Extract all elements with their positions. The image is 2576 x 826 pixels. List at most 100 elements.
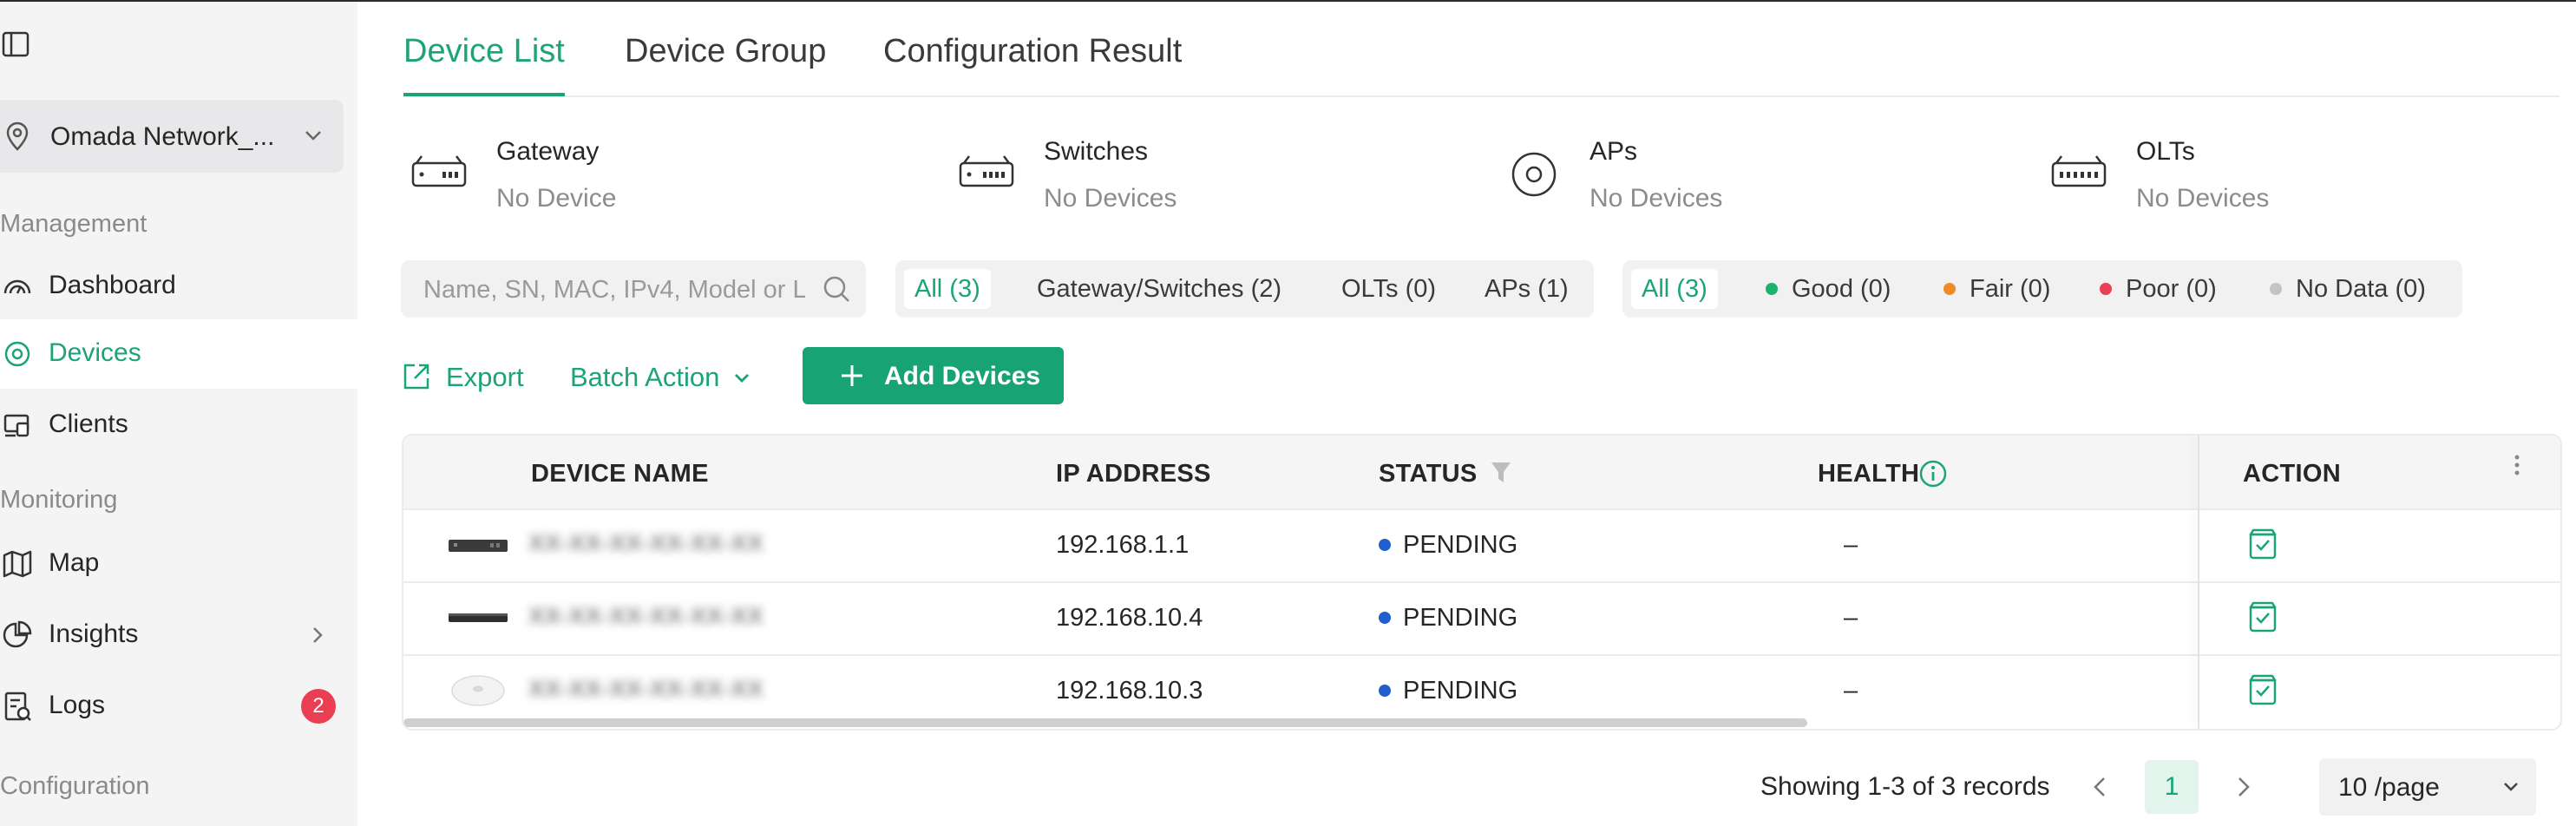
logs-count-badge: 2	[301, 689, 336, 724]
good-dot-icon	[1766, 283, 1778, 295]
no-data-dot-icon	[2270, 283, 2282, 295]
export-icon	[401, 361, 432, 392]
adopt-icon[interactable]	[2246, 528, 2279, 560]
summary-status: No Devices	[1044, 184, 1177, 213]
table-row[interactable]: XX-XX-XX-XX-XX-XX 192.168.10.4 PENDING –	[403, 581, 2560, 656]
health-filter-label: No Data (0)	[2296, 275, 2426, 303]
summary-title: APs	[1590, 137, 1638, 166]
info-icon[interactable]	[1917, 458, 1949, 489]
device-table: DEVICE NAME IP ADDRESS STATUS HEALTH ACT…	[402, 434, 2562, 731]
device-name[interactable]: XX-XX-XX-XX-XX-XX	[528, 529, 764, 557]
health-filter-no-data[interactable]: No Data (0)	[2270, 269, 2426, 309]
add-devices-button[interactable]: Add Devices	[803, 347, 1064, 404]
switch-icon	[957, 151, 1016, 198]
page-button-current[interactable]: 1	[2145, 760, 2199, 814]
status-label: PENDING	[1403, 604, 1518, 632]
summary-title: Switches	[1044, 137, 1149, 166]
export-label: Export	[446, 362, 524, 392]
chevron-down-icon	[731, 368, 752, 389]
ip-address: 192.168.1.1	[1056, 531, 1190, 559]
tab-configuration-result[interactable]: Configuration Result	[883, 33, 1182, 93]
sidebar-item-label: Dashboard	[49, 271, 176, 299]
ip-address: 192.168.10.4	[1056, 604, 1203, 632]
device-type-filter: All (3) Gateway/Switches (2) OLTs (0) AP…	[895, 260, 1594, 318]
location-pin-icon	[2, 121, 33, 152]
search-input[interactable]	[422, 271, 807, 309]
gateway-icon	[410, 151, 469, 198]
health-filter: All (3) Good (0) Fair (0) Poor (0) No Da…	[1622, 260, 2462, 318]
clients-icon	[2, 410, 33, 441]
filter-icon[interactable]	[1490, 460, 1512, 486]
devices-icon	[2, 338, 33, 370]
chevron-left-icon[interactable]	[2088, 774, 2114, 800]
type-filter-gateway-switches[interactable]: Gateway/Switches (2)	[1037, 269, 1281, 309]
sidebar-item-dashboard[interactable]: Dashboard	[0, 252, 357, 321]
tab-device-group[interactable]: Device Group	[625, 33, 826, 93]
health-filter-poor[interactable]: Poor (0)	[2100, 269, 2217, 309]
status-label: PENDING	[1403, 531, 1518, 559]
search-icon[interactable]	[821, 273, 852, 305]
map-icon	[2, 548, 33, 580]
page-size-label: 10 /page	[2338, 773, 2440, 802]
sidebar-item-devices[interactable]: Devices	[0, 319, 357, 389]
device-search	[401, 260, 866, 318]
chevron-right-icon	[307, 625, 328, 646]
sidebar-item-insights[interactable]: Insights	[0, 600, 357, 670]
sidebar-item-label: Clients	[49, 410, 128, 438]
ap-device-image	[447, 675, 509, 706]
sidebar-item-map[interactable]: Map	[0, 529, 357, 599]
tab-device-list[interactable]: Device List	[403, 33, 565, 96]
table-header: DEVICE NAME IP ADDRESS STATUS HEALTH ACT…	[403, 436, 2560, 510]
status-badge: PENDING	[1379, 677, 1517, 705]
page-size-select[interactable]: 10 /page	[2319, 758, 2536, 816]
sidebar-item-clients[interactable]: Clients	[0, 390, 357, 460]
sidebar-toggle-icon[interactable]	[2, 31, 31, 57]
column-health[interactable]: HEALTH	[1818, 460, 1919, 488]
more-vertical-icon[interactable]	[2512, 453, 2522, 482]
site-selector[interactable]: Omada Network_...	[0, 100, 344, 173]
table-row[interactable]: XX-XX-XX-XX-XX-XX 192.168.1.1 PENDING –	[403, 508, 2560, 583]
health-filter-label: Good (0)	[1792, 275, 1891, 303]
health-filter-all[interactable]: All (3)	[1631, 269, 1718, 309]
gateway-device-image	[447, 529, 509, 560]
sidebar-item-label: Insights	[49, 620, 139, 648]
sidebar-item-logs[interactable]: Logs 2	[0, 672, 357, 741]
column-status[interactable]: STATUS	[1379, 460, 1478, 488]
type-filter-all[interactable]: All (3)	[904, 269, 991, 309]
status-badge: PENDING	[1379, 531, 1517, 560]
health-filter-good[interactable]: Good (0)	[1766, 269, 1891, 309]
pending-dot-icon	[1379, 612, 1391, 624]
adopt-icon[interactable]	[2246, 673, 2279, 706]
summary-status: No Devices	[1590, 184, 1723, 213]
pagination-info: Showing 1-3 of 3 records	[1760, 772, 2050, 801]
ip-address: 192.168.10.3	[1056, 677, 1203, 705]
site-name: Omada Network_...	[50, 122, 275, 151]
column-ip-address[interactable]: IP ADDRESS	[1056, 460, 1211, 488]
summary-status: No Device	[496, 184, 617, 213]
type-filter-aps[interactable]: APs (1)	[1485, 269, 1569, 309]
table-row[interactable]: XX-XX-XX-XX-XX-XX 192.168.10.3 PENDING –	[403, 654, 2560, 727]
type-filter-olts[interactable]: OLTs (0)	[1341, 269, 1436, 309]
add-devices-label: Add Devices	[884, 362, 1041, 390]
olt-icon	[2049, 151, 2108, 198]
section-monitoring: Monitoring	[0, 486, 118, 514]
device-name[interactable]: XX-XX-XX-XX-XX-XX	[528, 602, 764, 630]
health-filter-label: Poor (0)	[2126, 275, 2217, 303]
health-value: –	[1844, 604, 1858, 632]
health-filter-fair[interactable]: Fair (0)	[1943, 269, 2050, 309]
status-badge: PENDING	[1379, 604, 1517, 633]
sidebar-item-label: Devices	[49, 338, 141, 367]
summary-title: OLTs	[2136, 137, 2195, 166]
device-name[interactable]: XX-XX-XX-XX-XX-XX	[528, 675, 764, 703]
sidebar-item-label: Logs	[49, 691, 106, 719]
page-tabs: Device List Device Group Configuration R…	[403, 0, 2560, 97]
adopt-icon[interactable]	[2246, 600, 2279, 633]
logs-icon	[2, 691, 33, 722]
section-management: Management	[0, 210, 147, 238]
column-device-name[interactable]: DEVICE NAME	[531, 460, 709, 488]
health-value: –	[1844, 677, 1858, 705]
chevron-right-icon[interactable]	[2230, 774, 2256, 800]
plus-icon	[839, 363, 865, 389]
horizontal-scrollbar[interactable]	[403, 718, 1807, 727]
status-label: PENDING	[1403, 677, 1518, 705]
